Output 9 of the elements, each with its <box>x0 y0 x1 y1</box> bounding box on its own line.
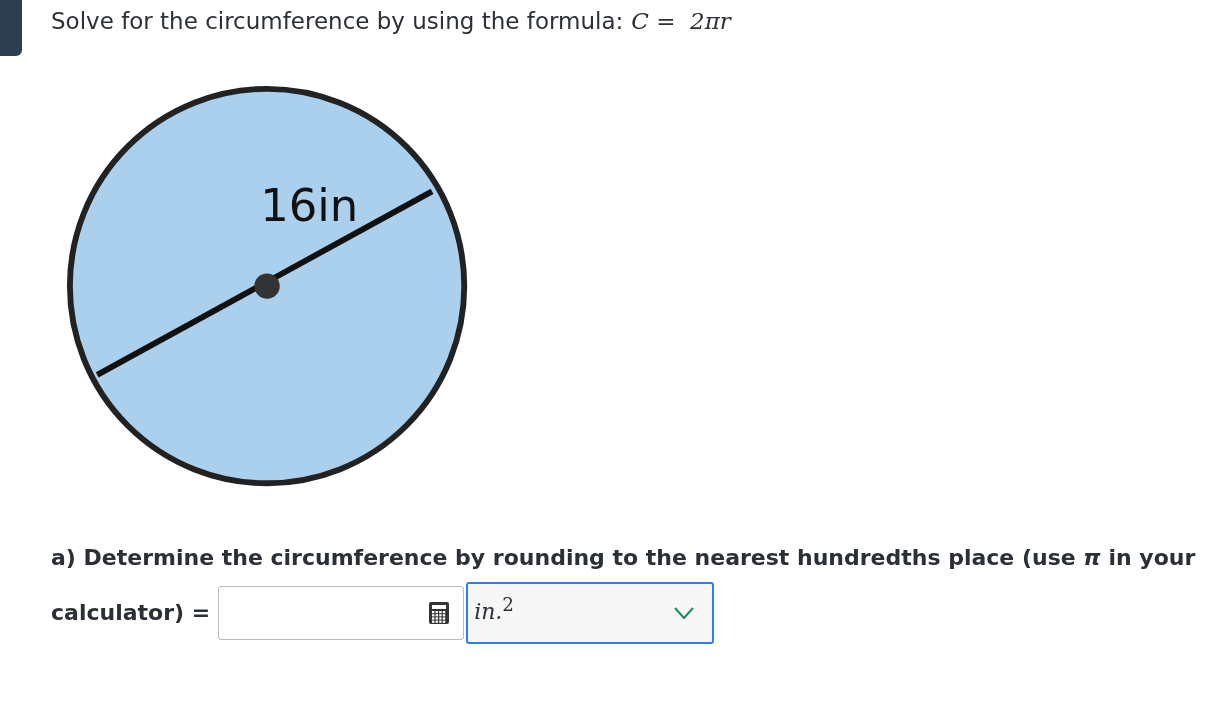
calculator-icon[interactable] <box>429 602 450 624</box>
question-text: a) Determine the circumference by rounding to the nearest hundredths place (use π in your <box>51 544 1196 572</box>
answer-field[interactable] <box>218 586 465 640</box>
formula: C = 2πr <box>631 8 731 34</box>
diameter-label: 16in <box>260 178 359 232</box>
instruction-text: Solve for the circumference by using the formula: <box>51 8 624 34</box>
question-text: calculator) = <box>51 599 211 627</box>
unit-dropdown[interactable]: in.$^{2}$ <box>466 582 715 644</box>
chevron-down-icon <box>674 607 695 619</box>
